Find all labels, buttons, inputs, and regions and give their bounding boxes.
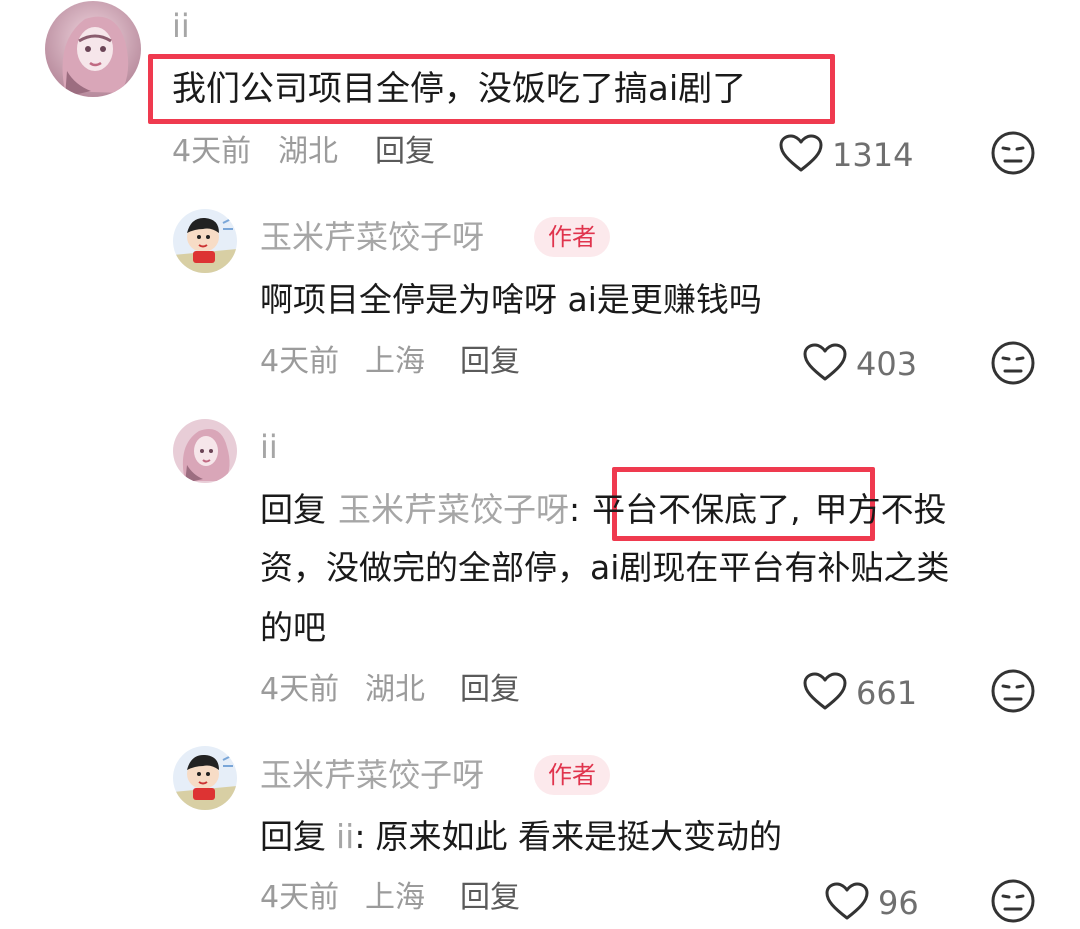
heart-outline-icon (824, 881, 870, 925)
reply-button[interactable]: 回复 (460, 878, 520, 918)
reply-username[interactable]: 玉米芹菜饺子呀 (260, 217, 484, 257)
reply-button[interactable]: 回复 (460, 342, 520, 382)
reply-text-line-3: 的吧 (260, 608, 326, 647)
meh-face-icon (990, 879, 1036, 928)
reply-button[interactable]: 回复 (375, 132, 435, 172)
like-count: 661 (856, 674, 918, 712)
reply-text-rest: 甲方不投 (814, 490, 947, 529)
reply-prefix: 回复 (260, 817, 326, 856)
avatar[interactable] (173, 746, 237, 810)
reply-username[interactable]: ii (260, 427, 278, 467)
reply-location: 上海 (365, 344, 425, 379)
reply-button[interactable]: 回复 (460, 670, 520, 710)
dislike-button[interactable] (990, 340, 1036, 390)
comment-text: 我们公司项目全停，没饭吃了搞ai剧了 (172, 69, 747, 109)
like-count: 96 (878, 884, 919, 922)
highlighted-text: 平台不保底了, (592, 490, 801, 529)
meh-face-icon (990, 669, 1036, 718)
like-count: 1314 (832, 136, 914, 174)
like-button[interactable]: 1314 (778, 133, 913, 177)
reply-text-line-1: 回复 玉米芹菜饺子呀: 平台不保底了, 甲方不投 (260, 488, 947, 532)
dislike-button[interactable] (990, 130, 1036, 180)
reply-text: 啊项目全停是为啥呀 ai是更赚钱吗 (260, 280, 762, 319)
reply-text: 回复 ii: 原来如此 看来是挺大变动的 (260, 815, 782, 859)
comment-username[interactable]: ii (172, 6, 190, 46)
comment-location: 湖北 (278, 134, 338, 169)
comment-time: 4天前 (172, 134, 252, 169)
dislike-button[interactable] (990, 878, 1036, 928)
author-badge: 作者 (534, 755, 610, 795)
reply-time: 4天前 (260, 344, 340, 379)
reply-to-username[interactable]: 玉米芹菜饺子呀 (338, 490, 569, 529)
reply-text-line-2: 资，没做完的全部停，ai剧现在平台有补贴之类 (260, 548, 950, 587)
reply-prefix: 回复 (260, 490, 326, 529)
avatar[interactable] (45, 1, 141, 97)
like-button[interactable]: 661 (802, 671, 917, 715)
reply-to-username[interactable]: ii (336, 817, 354, 856)
reply-username[interactable]: 玉米芹菜饺子呀 (260, 755, 484, 795)
heart-outline-icon (778, 133, 824, 177)
like-count: 403 (856, 345, 918, 383)
reply-colon: : (354, 817, 366, 856)
reply-colon: : (569, 490, 581, 529)
like-button[interactable]: 403 (802, 342, 917, 386)
reply-time: 4天前 (260, 880, 340, 915)
heart-outline-icon (802, 671, 848, 715)
reply-location: 湖北 (365, 672, 425, 707)
avatar[interactable] (173, 209, 237, 273)
meh-face-icon (990, 131, 1036, 180)
reply-location: 上海 (365, 880, 425, 915)
heart-outline-icon (802, 342, 848, 386)
reply-body: 原来如此 看来是挺大变动的 (375, 817, 782, 856)
author-badge: 作者 (534, 217, 610, 257)
meh-face-icon (990, 341, 1036, 390)
reply-time: 4天前 (260, 672, 340, 707)
avatar[interactable] (173, 419, 237, 483)
dislike-button[interactable] (990, 668, 1036, 718)
like-button[interactable]: 96 (824, 881, 919, 925)
